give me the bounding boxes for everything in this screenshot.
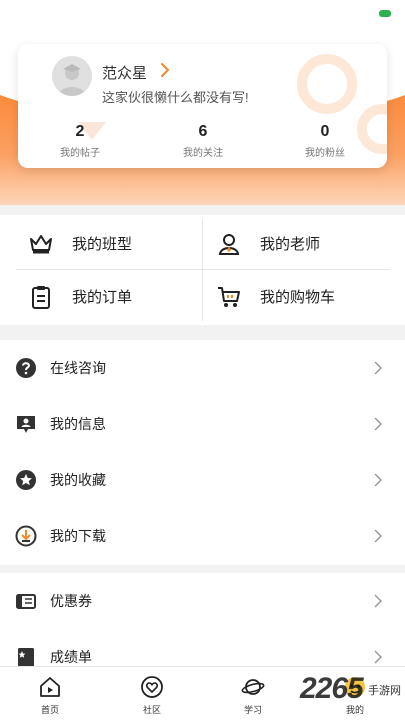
stat-value: 2 <box>75 123 85 140</box>
stat-following[interactable]: 6 我的关注 <box>148 122 258 159</box>
chevron-right-icon[interactable] <box>158 60 172 80</box>
list-item-label: 成绩单 <box>50 649 92 665</box>
nav-label: 社区 <box>142 705 161 715</box>
chevron-right-icon <box>374 529 383 543</box>
quick-grid: 我的班型 我的老师 我的订单 我的购物车 <box>0 215 405 325</box>
stat-value: 0 <box>320 123 330 140</box>
crown-icon <box>30 234 52 253</box>
status-indicator-icon <box>379 10 391 17</box>
grid-item-classes[interactable]: 我的班型 <box>28 217 198 270</box>
menu-list-main: 在线咨询 我的信息 我的收藏 我的下载 <box>0 340 405 565</box>
planet-icon <box>241 679 265 695</box>
list-item-consult[interactable]: 在线咨询 <box>0 340 405 396</box>
grid-item-teachers[interactable]: 我的老师 <box>216 217 386 270</box>
stat-posts[interactable]: 2 我的帖子 <box>25 122 135 159</box>
avatar-placeholder-icon <box>52 56 92 96</box>
nav-label: 首页 <box>40 705 59 715</box>
cart-icon <box>218 286 240 307</box>
nav-study[interactable]: 学习 <box>223 675 283 716</box>
ticket-icon <box>16 594 36 609</box>
user-name[interactable]: 范众星 <box>102 62 147 83</box>
profile-header: 范众星 这家伙很懒什么都没有写! 2 我的帖子 6 我的关注 0 我的粉丝 <box>0 0 405 205</box>
menu-list-secondary: 优惠券 成绩单 <box>0 573 405 667</box>
divider <box>202 219 203 321</box>
list-item-downloads[interactable]: 我的下载 <box>0 508 405 564</box>
clipboard-icon <box>32 285 50 309</box>
nav-label: 学习 <box>243 705 262 715</box>
stat-followers[interactable]: 0 我的粉丝 <box>270 122 380 159</box>
grid-item-label: 我的购物车 <box>260 289 336 306</box>
list-item-label: 我的下载 <box>50 528 106 544</box>
teacher-icon <box>218 233 240 255</box>
chevron-right-icon <box>374 417 383 431</box>
decor-circle <box>297 54 357 114</box>
stat-label: 我的粉丝 <box>305 148 345 159</box>
stat-value: 6 <box>198 123 208 140</box>
stat-label: 我的帖子 <box>60 148 100 159</box>
nav-home[interactable]: 首页 <box>20 675 80 716</box>
list-item-label: 我的收藏 <box>50 472 106 488</box>
home-icon <box>40 677 60 697</box>
star-icon <box>16 470 36 490</box>
watermark-logo: 2265 <box>300 672 364 705</box>
download-icon <box>15 525 37 547</box>
chevron-right-icon <box>374 473 383 487</box>
grid-item-cart[interactable]: 我的购物车 <box>216 270 386 323</box>
stat-label: 我的关注 <box>183 148 223 159</box>
profile-card[interactable]: 范众星 这家伙很懒什么都没有写! 2 我的帖子 6 我的关注 0 我的粉丝 <box>18 44 387 168</box>
grid-item-orders[interactable]: 我的订单 <box>28 270 198 323</box>
heart-icon <box>141 676 163 698</box>
chevron-right-icon <box>374 594 383 608</box>
nav-community[interactable]: 社区 <box>122 675 182 716</box>
grid-item-label: 我的订单 <box>72 289 133 306</box>
list-item-label: 我的信息 <box>50 416 106 432</box>
question-icon <box>16 358 36 378</box>
grid-item-label: 我的班型 <box>72 236 133 253</box>
list-item-label: 优惠券 <box>50 593 92 609</box>
scorecard-icon <box>18 648 34 667</box>
watermark-site: 手游网 <box>368 685 401 697</box>
list-item-info[interactable]: 我的信息 <box>0 396 405 452</box>
avatar[interactable] <box>52 56 92 96</box>
grid-item-label: 我的老师 <box>260 236 321 253</box>
message-icon <box>17 416 35 433</box>
chevron-right-icon <box>374 650 383 664</box>
user-bio: 这家伙很懒什么都没有写! <box>102 90 249 105</box>
list-item-coupons[interactable]: 优惠券 <box>0 573 405 629</box>
list-item-label: 在线咨询 <box>50 360 106 376</box>
chevron-right-icon <box>374 361 383 375</box>
list-item-favorites[interactable]: 我的收藏 <box>0 452 405 508</box>
